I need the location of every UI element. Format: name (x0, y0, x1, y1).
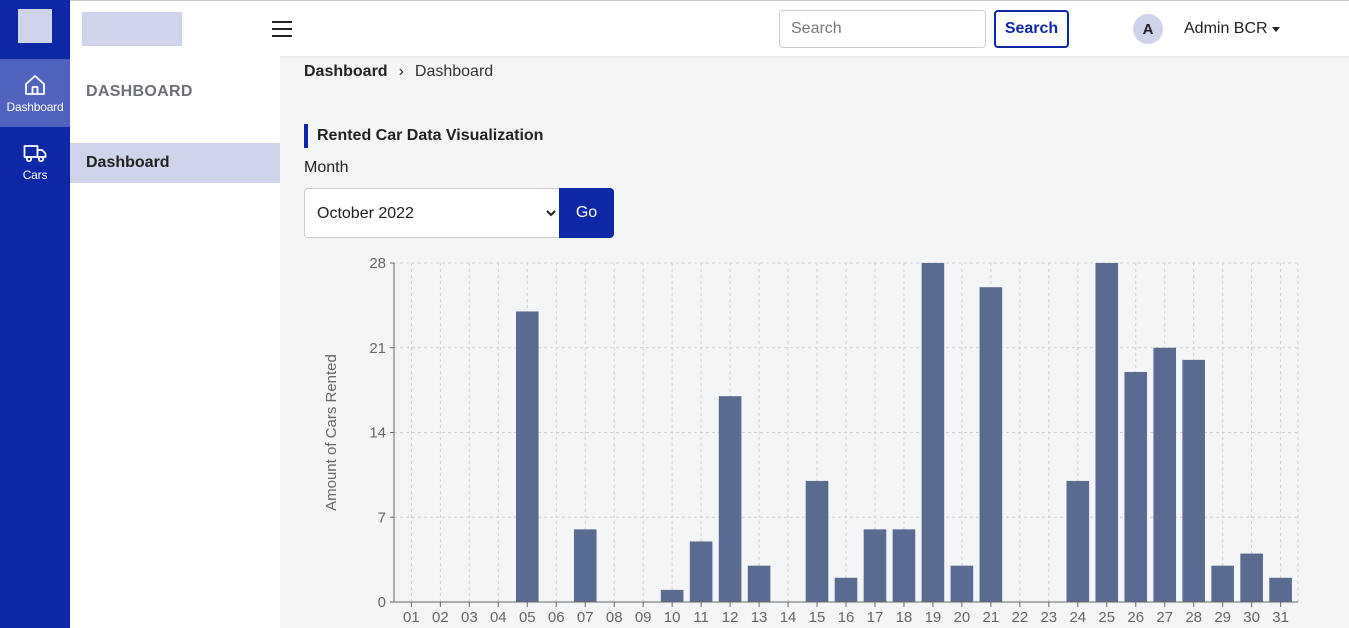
breadcrumb: Dashboard › Dashboard (304, 63, 493, 81)
menu-toggle-icon[interactable] (272, 20, 292, 38)
rail-item-label: Dashboard (6, 99, 64, 114)
bar-27[interactable] (1153, 347, 1177, 602)
bar-12[interactable] (718, 396, 742, 602)
x-tick-label: 23 (1040, 609, 1057, 626)
x-tick-label: 28 (1185, 609, 1202, 626)
x-tick-label: 30 (1243, 609, 1260, 626)
icon-rail: Dashboard Cars (0, 0, 70, 628)
y-axis-label: Amount of Cars Rented (323, 354, 340, 511)
x-tick-label: 08 (606, 609, 623, 626)
rail-item-label: Cars (22, 167, 48, 182)
bar-30[interactable] (1240, 553, 1263, 602)
user-name: Admin BCR (1184, 20, 1268, 37)
bar-15[interactable] (805, 480, 829, 602)
app-logo (18, 9, 52, 43)
x-tick-label: 10 (664, 609, 681, 626)
x-tick-label: 22 (1012, 609, 1029, 626)
month-select[interactable]: October 2022 (304, 188, 559, 238)
x-tick-label: 05 (519, 609, 536, 626)
month-label: Month (304, 159, 349, 176)
bar-05[interactable] (515, 311, 539, 602)
sidebar-section-title: DASHBOARD (86, 83, 193, 100)
bar-28[interactable] (1182, 359, 1205, 602)
rented-cars-chart: 0714212801 02 03 04 05 06 07 08 09 10 11 12 13 14 15 16… (323, 255, 1299, 626)
bar-20[interactable] (950, 565, 974, 602)
go-button[interactable]: Go (559, 188, 614, 238)
rail-item-dashboard[interactable]: Dashboard (0, 59, 70, 127)
y-tick-label: 21 (369, 340, 386, 357)
x-tick-label: 19 (925, 609, 942, 626)
x-tick-label: 17 (867, 609, 884, 626)
bar-11[interactable] (689, 541, 713, 602)
x-tick-label: 07 (577, 609, 594, 626)
x-tick-label: 11 (693, 609, 709, 626)
y-tick-label: 28 (369, 255, 386, 272)
x-tick-label: 02 (432, 609, 449, 626)
bar-19[interactable] (921, 263, 945, 602)
x-tick-label: 09 (635, 609, 652, 626)
y-tick-label: 7 (378, 509, 386, 526)
x-tick-label: 26 (1127, 609, 1144, 626)
y-tick-label: 14 (369, 425, 386, 442)
x-tick-label: 01 (403, 609, 420, 626)
x-tick-label: 15 (809, 609, 826, 626)
secondary-sidebar: DASHBOARD Dashboard (70, 56, 280, 628)
home-icon (25, 74, 45, 95)
x-tick-label: 29 (1214, 609, 1231, 626)
x-tick-label: 25 (1098, 609, 1115, 626)
y-tick-label: 0 (378, 594, 386, 611)
truck-icon (23, 144, 47, 162)
bar-13[interactable] (747, 565, 771, 602)
x-tick-label: 06 (548, 609, 565, 626)
x-tick-label: 03 (461, 609, 478, 626)
rail-item-cars[interactable]: Cars (0, 127, 70, 195)
top-header: Search A Admin BCR (70, 0, 1349, 56)
x-tick-label: 16 (838, 609, 855, 626)
bar-25[interactable] (1095, 263, 1119, 602)
caret-down-icon (1271, 26, 1280, 32)
bar-31[interactable] (1269, 577, 1292, 602)
sidebar-item-dashboard[interactable]: Dashboard (70, 143, 280, 183)
breadcrumb-current: Dashboard (414, 63, 494, 80)
user-menu[interactable]: Admin BCR (1184, 20, 1280, 38)
brand-logo (82, 12, 182, 46)
x-tick-label: 24 (1069, 609, 1086, 626)
x-tick-label: 04 (490, 609, 507, 626)
x-tick-label: 31 (1272, 609, 1289, 626)
x-tick-label: 13 (751, 609, 768, 626)
x-tick-label: 18 (896, 609, 913, 626)
x-tick-label: 14 (780, 609, 797, 626)
search-input[interactable] (779, 10, 986, 48)
x-tick-label: 12 (722, 609, 739, 626)
search-button[interactable]: Search (994, 10, 1069, 48)
x-tick-label: 27 (1156, 609, 1173, 626)
bar-07[interactable] (573, 529, 597, 602)
section-title: Rented Car Data Visualization (304, 124, 543, 148)
chevron-right-icon: › (398, 63, 404, 80)
bar-29[interactable] (1211, 565, 1234, 602)
bar-21[interactable] (979, 287, 1003, 602)
bar-16[interactable] (834, 577, 858, 602)
x-tick-label: 20 (954, 609, 971, 626)
bar-26[interactable] (1124, 371, 1148, 602)
breadcrumb-parent[interactable]: Dashboard (304, 63, 388, 81)
x-tick-label: 21 (983, 609, 1000, 626)
bar-18[interactable] (892, 529, 916, 602)
avatar: A (1133, 14, 1163, 44)
bar-17[interactable] (863, 529, 887, 602)
bar-24[interactable] (1066, 480, 1090, 602)
bar-10[interactable] (660, 589, 684, 602)
